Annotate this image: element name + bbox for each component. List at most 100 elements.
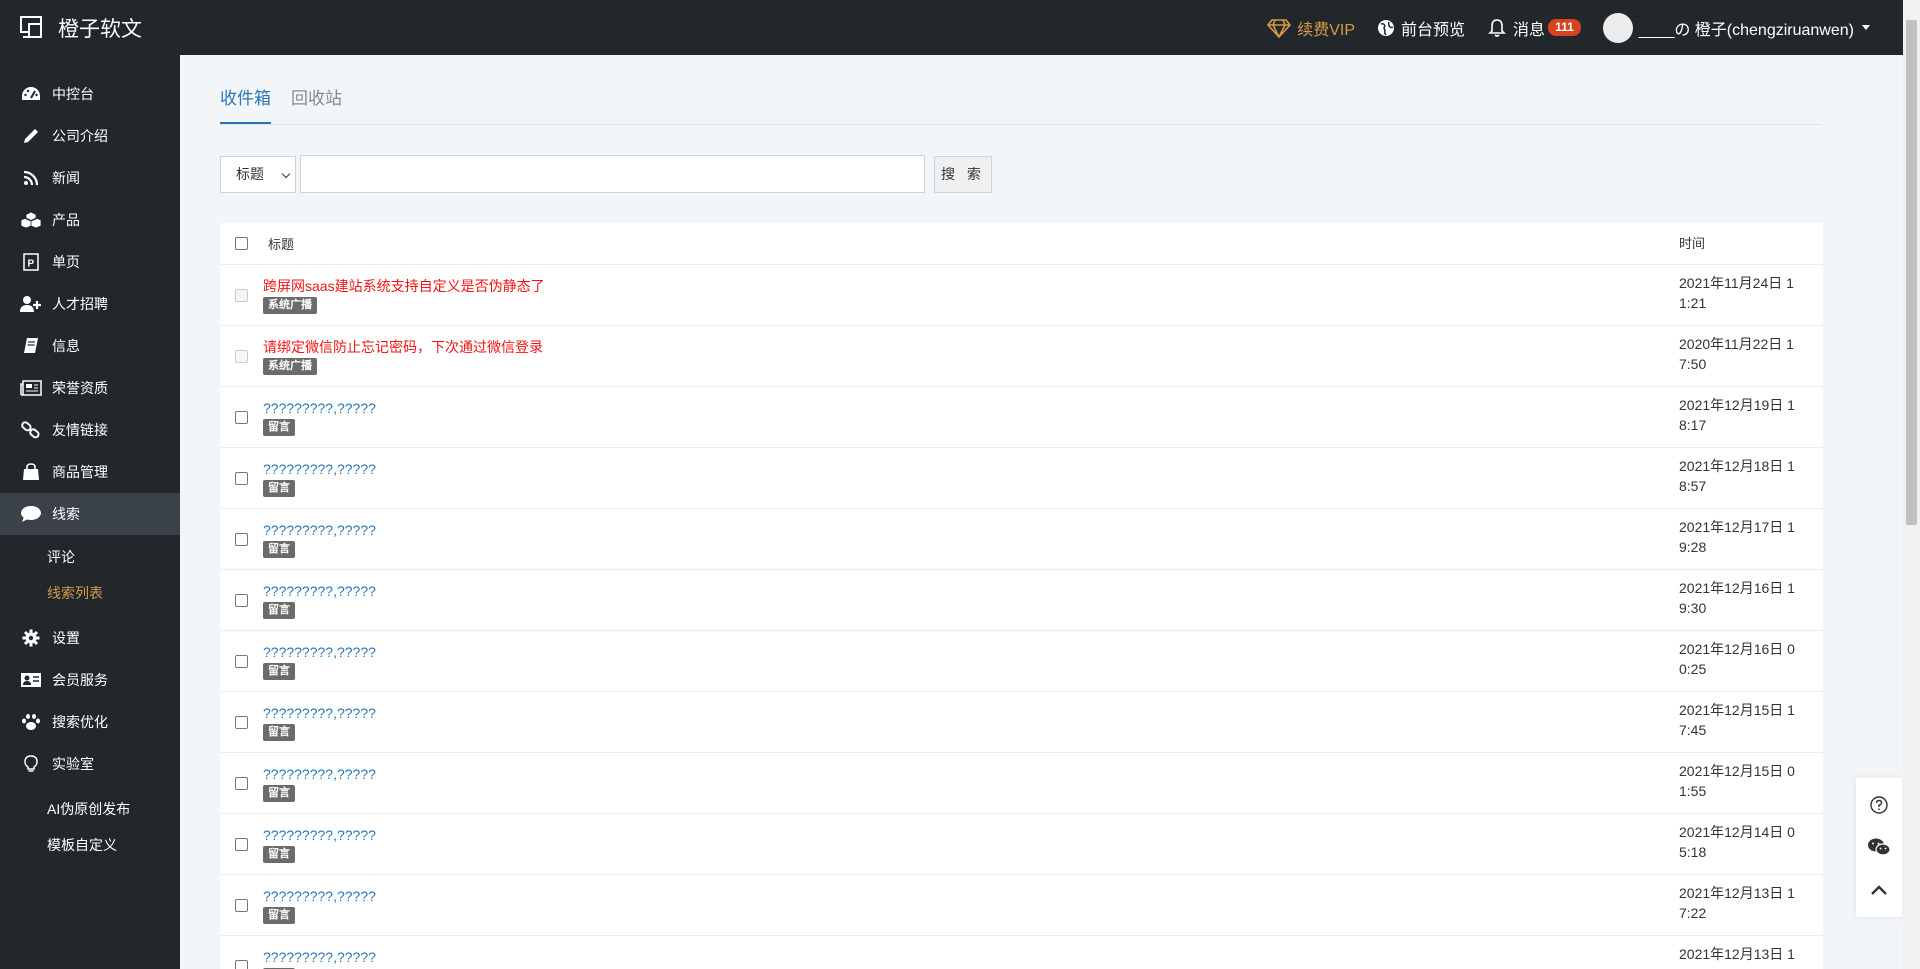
time-line-2: 9:30 [1679,600,1707,616]
message-time: 2021年12月19日 1 8:17 [1673,387,1823,447]
message-time: 2021年12月18日 1 8:57 [1673,448,1823,508]
paw-icon [20,713,42,731]
sidebar-item-info[interactable]: 信息 [0,325,180,367]
row-checkbox[interactable] [235,837,248,851]
sidebar-item-label: 会员服务 [52,672,108,688]
message-title-link[interactable]: ?????????,????? [263,765,1673,783]
sidebar-item-single-page[interactable]: P 单页 [0,241,180,283]
table-row: ?????????,????? 留言 2021年12月14日 0 5:18 [220,814,1823,875]
avatar [1602,12,1633,43]
table-row: 请绑定微信防止忘记密码，下次通过微信登录 系统广播 2020年11月22日 1 7:5… [220,326,1823,387]
lab-submenu: AI伪原创发布 模板自定义 [0,785,180,869]
brand-logo[interactable]: 橙子软文 [20,0,142,55]
messages-link[interactable]: 消息 111 [1487,16,1581,40]
time-line-2: 5:18 [1679,844,1707,860]
search-field-select[interactable]: 标题 [220,155,296,193]
sidebar-item-goods[interactable]: 商品管理 [0,451,180,493]
sidebar-item-honors[interactable]: 荣誉资质 [0,367,180,409]
row-checkbox[interactable] [235,471,248,485]
sidebar-subitem-ai-publish[interactable]: AI伪原创发布 [0,791,180,827]
table-row: 跨屏网saas建站系统支持自定义是否伪静态了 系统广播 2021年11月24日 1 1… [220,265,1823,326]
search-bar: 标题 搜 索 [220,155,992,193]
time-line-1: 2021年12月17日 1 [1679,519,1795,535]
message-title-link[interactable]: ?????????,????? [263,826,1673,844]
row-checkbox[interactable] [235,776,248,790]
table-header: 标题 时间 [220,223,1823,265]
message-table: 标题 时间 跨屏网saas建站系统支持自定义是否伪静态了 系统广播 2021年11月… [220,223,1823,969]
sidebar-subitem-template-custom[interactable]: 模板自定义 [0,827,180,863]
sidebar-item-lab[interactable]: 实验室 [0,743,180,785]
message-time: 2021年12月13日 1 7:22 [1673,875,1823,935]
sidebar-item-settings[interactable]: 设置 [0,617,180,659]
message-title-link[interactable]: ?????????,????? [263,521,1673,539]
sidebar-item-label: 信息 [52,338,80,354]
tab-inbox[interactable]: 收件箱 [220,84,271,124]
vip-label: 续费VIP [1297,21,1356,39]
message-type-tag: 留言 [263,601,295,619]
message-title-link[interactable]: 请绑定微信防止忘记密码，下次通过微信登录 [263,338,1673,356]
gear-icon [20,629,42,647]
message-title-link[interactable]: 跨屏网saas建站系统支持自定义是否伪静态了 [263,277,1673,295]
help-icon[interactable] [1866,792,1892,818]
cubes-icon [20,211,42,229]
user-menu[interactable]: ____の 橙子(chengziruanwen) [1602,12,1870,43]
page-scrollbar[interactable] [1903,0,1920,969]
search-button[interactable]: 搜 索 [934,155,992,193]
wechat-icon[interactable] [1866,834,1892,860]
row-checkbox[interactable] [235,898,248,912]
message-title-link[interactable]: ?????????,????? [263,582,1673,600]
row-checkbox[interactable] [235,593,248,607]
row-checkbox[interactable] [235,654,248,668]
message-title-link[interactable]: ?????????,????? [263,887,1673,905]
sidebar-item-seo[interactable]: 搜索优化 [0,701,180,743]
sidebar-item-label: 商品管理 [52,464,108,480]
book-icon [20,337,42,355]
message-title-link[interactable]: ?????????,????? [263,643,1673,661]
newspaper-icon [20,379,42,397]
sidebar-item-leads[interactable]: 线索 [0,493,180,535]
table-row: ?????????,????? 留言 2021年12月13日 1 7:22 [220,875,1823,936]
sidebar-item-label: 产品 [52,212,80,228]
tab-recycle-bin[interactable]: 回收站 [291,84,342,124]
time-line-1: 2021年12月14日 0 [1679,824,1795,840]
time-line-1: 2021年12月15日 1 [1679,702,1795,718]
back-to-top-icon[interactable] [1866,877,1892,903]
bell-icon [1488,18,1506,37]
message-title-link[interactable]: ?????????,????? [263,704,1673,722]
time-line-1: 2020年11月22日 1 [1679,336,1794,352]
scrollbar-thumb[interactable] [1906,20,1917,525]
sidebar-subitem-comments[interactable]: 评论 [0,539,180,575]
lightbulb-icon [20,755,42,773]
header-time: 时间 [1679,235,1706,251]
row-checkbox[interactable] [235,959,248,969]
time-line-2: 8:57 [1679,478,1707,494]
table-row: ?????????,????? 留言 2021年12月16日 1 9:30 [220,570,1823,631]
sidebar-item-membership[interactable]: 会员服务 [0,659,180,701]
row-checkbox[interactable] [235,532,248,546]
globe-icon [1378,19,1395,36]
sidebar-item-company[interactable]: 公司介绍 [0,115,180,157]
sidebar-subitem-lead-list[interactable]: 线索列表 [0,575,180,611]
svg-text:P: P [28,259,35,270]
search-input[interactable] [300,155,925,193]
sidebar: 中控台 公司介绍 新闻 产品 P 单页 人才招聘 信息 荣誉资质 友情链接 商品… [0,55,180,969]
message-type-tag: 留言 [263,662,295,680]
time-line-1: 2021年12月13日 1 [1679,885,1795,901]
sidebar-item-products[interactable]: 产品 [0,199,180,241]
time-line-1: 2021年12月16日 1 [1679,580,1795,596]
sidebar-item-news[interactable]: 新闻 [0,157,180,199]
renew-vip-link[interactable]: 续费VIP [1267,16,1355,40]
sidebar-item-recruit[interactable]: 人才招聘 [0,283,180,325]
message-title-link[interactable]: ?????????,????? [263,948,1673,966]
message-title-link[interactable]: ?????????,????? [263,399,1673,417]
sidebar-item-links[interactable]: 友情链接 [0,409,180,451]
message-title-link[interactable]: ?????????,????? [263,460,1673,478]
message-type-tag: 留言 [263,906,295,924]
sidebar-item-dashboard[interactable]: 中控台 [0,73,180,115]
front-preview-link[interactable]: 前台预览 [1377,16,1465,40]
top-bar: 橙子软文 续费VIP 前台预览 消息 111 ____の 橙子(chengzir… [0,0,1920,55]
time-line-2: 1:21 [1679,295,1707,311]
row-checkbox[interactable] [235,715,248,729]
select-all-checkbox[interactable] [235,237,248,250]
row-checkbox[interactable] [235,410,248,424]
